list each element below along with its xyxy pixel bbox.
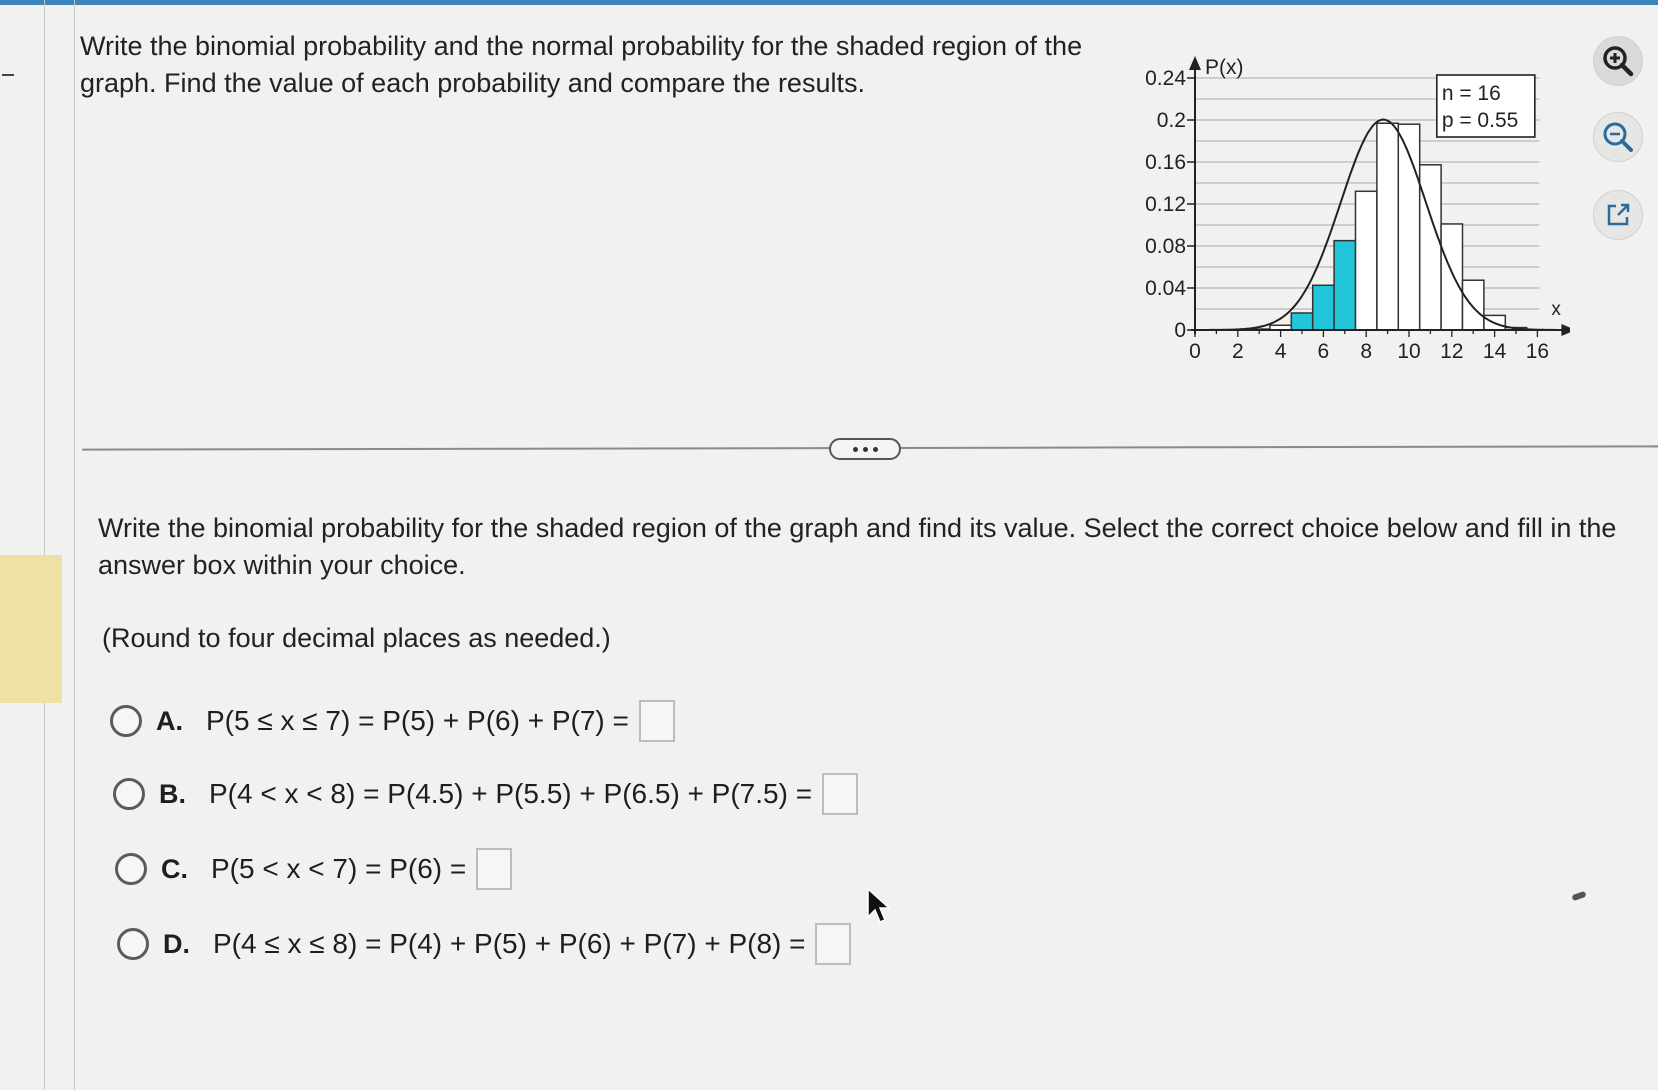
binomial-histogram: 0 0.04 0.08 0.12 0.16 0.2 0.24 0 2 4 6 8 10 12 14 16 P(x… [1145, 56, 1570, 363]
x-tick-label: 0 [1189, 340, 1201, 363]
choice-d[interactable]: D. P(4 ≤ x ≤ 8) = P(4) + P(5) + P(6) + P… [117, 923, 852, 965]
y-tick-label: 0.16 [1145, 151, 1186, 174]
y-axis-label: P(x) [1205, 56, 1244, 79]
x-tick-label: 2 [1232, 340, 1244, 363]
choice-d-letter: D. [163, 928, 190, 959]
left-content-rule [74, 0, 75, 1090]
ellipsis-icon [852, 446, 878, 452]
stray-mark [1571, 890, 1587, 902]
choice-a-answer-box[interactable] [638, 700, 675, 742]
x-tick-label: 12 [1440, 340, 1463, 363]
y-tick-label: 0.08 [1145, 235, 1186, 258]
zoom-out-icon [1603, 122, 1633, 152]
bar-x-8 [1354, 190, 1378, 331]
y-tick-label: 0 [1174, 319, 1186, 342]
x-tick-label: 10 [1397, 340, 1420, 363]
x-tick-label: 8 [1360, 340, 1372, 363]
x-tick-label: 16 [1526, 340, 1549, 363]
pop-out-button[interactable] [1593, 190, 1643, 240]
choice-b-answer-box[interactable] [822, 773, 859, 815]
y-tick-label: 0.24 [1145, 67, 1186, 90]
rounding-note: (Round to four decimal places as needed.… [102, 623, 611, 653]
bar-x-6 [1311, 284, 1335, 331]
choice-d-radio[interactable] [117, 928, 149, 960]
choice-b-letter: B. [159, 778, 186, 809]
left-dash-mark [2, 74, 14, 76]
x-tick-label: 14 [1483, 340, 1507, 363]
y-tick-label: 0.12 [1145, 193, 1186, 216]
choice-a-letter: A. [156, 705, 183, 736]
choice-d-answer-box[interactable] [815, 923, 852, 965]
legend-entry: n = 16 [1442, 82, 1501, 105]
pop-out-icon [1607, 203, 1630, 226]
y-tick-label: 0.2 [1157, 109, 1186, 132]
bar-x-7 [1333, 239, 1357, 331]
x-tick-label: 4 [1275, 340, 1287, 363]
zoom-in-icon [1603, 46, 1634, 77]
part-instruction: Write the binomial probability for the s… [98, 513, 1617, 580]
x-axis-arrow [1561, 324, 1570, 336]
active-question-marker [0, 555, 62, 703]
choice-a-radio[interactable] [110, 705, 142, 737]
choice-c-radio[interactable] [115, 853, 147, 885]
choice-c-expression: P(5 < x < 7) = P(6) = [211, 853, 467, 884]
choice-c[interactable]: C. P(5 < x < 7) = P(6) = [115, 848, 513, 890]
bar-x-5 [1290, 312, 1314, 331]
question-text: Write the binomial probability and the n… [80, 31, 1083, 98]
choice-a[interactable]: A. P(5 ≤ x ≤ 7) = P(5) + P(6) + P(7) = [110, 700, 675, 742]
zoom-out-button[interactable] [1593, 112, 1643, 162]
y-axis-arrow [1189, 56, 1201, 70]
bar-x-9 [1376, 122, 1400, 331]
choice-b-radio[interactable] [113, 778, 145, 810]
x-tick-label: 6 [1318, 340, 1330, 363]
top-accent-bar [0, 0, 1658, 5]
x-axis-label: x [1551, 299, 1561, 320]
mouse-cursor-icon [867, 887, 890, 923]
bar-x-11 [1418, 164, 1442, 331]
choice-a-expression: P(5 ≤ x ≤ 7) = P(5) + P(6) + P(7) = [206, 705, 629, 736]
legend-entry: p = 0.55 [1442, 109, 1518, 132]
bar-x-13 [1461, 279, 1485, 331]
bar-x-12 [1440, 223, 1464, 331]
choice-c-letter: C. [161, 853, 188, 884]
left-margin-rule [44, 0, 45, 1090]
zoom-in-button[interactable] [1593, 36, 1643, 86]
y-tick-label: 0.04 [1145, 277, 1186, 300]
choice-b-expression: P(4 < x < 8) = P(4.5) + P(5.5) + P(6.5) … [209, 778, 813, 809]
expand-more-button[interactable] [829, 438, 901, 460]
choice-c-answer-box[interactable] [476, 848, 513, 890]
choice-b[interactable]: B. P(4 < x < 8) = P(4.5) + P(5.5) + P(6.… [113, 773, 859, 815]
choice-d-expression: P(4 ≤ x ≤ 8) = P(4) + P(5) + P(6) + P(7)… [213, 928, 806, 959]
